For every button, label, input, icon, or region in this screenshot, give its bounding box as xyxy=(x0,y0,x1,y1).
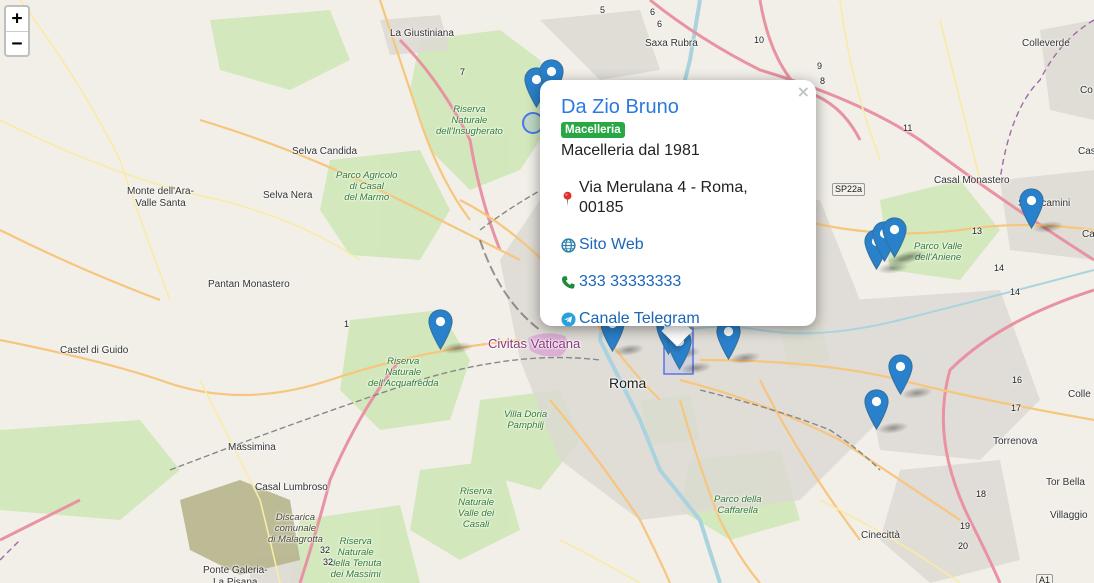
road-number: 20 xyxy=(958,541,969,551)
road-number: 13 xyxy=(972,226,983,236)
road-number: 32 xyxy=(320,545,331,555)
map[interactable]: La Giustiniana Saxa Rubra Colleverde Co … xyxy=(0,0,1094,583)
road-number: 1 xyxy=(344,319,350,329)
telegram-link[interactable]: Canale Telegram xyxy=(579,309,700,329)
zoom-in-button[interactable]: + xyxy=(6,7,28,31)
website-row: Sito Web xyxy=(561,235,796,255)
place-label: Casal Lumbroso xyxy=(255,482,328,493)
road-number: 8 xyxy=(820,76,826,86)
road-number: 7 xyxy=(460,67,466,77)
place-label: Selva Candida xyxy=(292,146,358,157)
website-link[interactable]: Sito Web xyxy=(579,235,644,255)
road-number: 17 xyxy=(1011,403,1022,413)
place-label: Colleverde xyxy=(1022,38,1070,49)
telegram-row: Canale Telegram xyxy=(561,309,796,329)
map-marker-icon[interactable] xyxy=(887,354,913,396)
address-text: Via Merulana 4 - Roma, 00185 xyxy=(579,179,748,216)
address-row: Via Merulana 4 - Roma, 00185 xyxy=(561,178,796,218)
road-number: 5 xyxy=(600,5,606,15)
place-label: Castel di Guido xyxy=(60,345,129,356)
road-number: 32 xyxy=(323,557,334,567)
place-label: Selva Nera xyxy=(263,190,313,201)
phone-icon xyxy=(562,275,575,289)
place-label: Cas xyxy=(1082,229,1094,240)
road-number: 16 xyxy=(1012,375,1023,385)
road-number: 6 xyxy=(650,7,656,17)
road-number: 10 xyxy=(754,35,765,45)
place-label: Pantan Monastero xyxy=(208,279,290,290)
shop-popup: × Da Zio Bruno Macelleria Macelleria dal… xyxy=(540,80,816,329)
place-label: Torrenova xyxy=(993,436,1038,447)
city-label-vatican: Civitas Vaticana xyxy=(488,336,581,351)
telegram-icon xyxy=(561,311,576,327)
road-number: 6 xyxy=(657,19,663,29)
map-pin-icon xyxy=(563,191,572,206)
category-badge: Macelleria xyxy=(561,122,625,138)
zoom-control: + − xyxy=(4,5,30,57)
place-label: La Giustiniana xyxy=(390,28,454,39)
map-marker-icon[interactable] xyxy=(863,389,889,431)
park-label: Riserva Naturale Valle dei Casali xyxy=(458,486,495,530)
park-label: Villa Doria Pamphilj xyxy=(504,409,548,431)
globe-icon xyxy=(561,237,576,253)
road-shield: SP22a xyxy=(832,183,866,196)
popup-title-link[interactable]: Da Zio Bruno xyxy=(561,94,796,120)
place-label: Tor Bella xyxy=(1046,477,1085,488)
road-number: 14 xyxy=(994,263,1005,273)
park-label: Parco della Caffarella xyxy=(714,494,762,516)
road-number: 9 xyxy=(817,61,823,71)
road-number: 11 xyxy=(903,123,913,133)
place-label: Cinecittà xyxy=(861,530,900,541)
place-label: Colle xyxy=(1068,389,1091,400)
place-label: Monte dell'Ara- Valle Santa xyxy=(127,186,194,209)
place-label: Casal Monastero xyxy=(934,175,1010,186)
map-marker-icon[interactable] xyxy=(881,217,907,259)
road-number: 18 xyxy=(976,489,987,499)
popup-description: Macelleria dal 1981 xyxy=(561,142,700,159)
place-label: Villaggio xyxy=(1050,510,1088,521)
place-label: Co xyxy=(1080,85,1093,96)
map-marker-icon[interactable] xyxy=(427,309,453,351)
phone-link[interactable]: 333 33333333 xyxy=(579,272,681,292)
place-label: Massimina xyxy=(228,442,276,453)
park-label: Parco Agricolo di Casal del Marmo xyxy=(336,170,398,203)
road-number: 19 xyxy=(960,521,971,531)
popup-close-button[interactable]: × xyxy=(797,83,810,101)
zoom-out-button[interactable]: − xyxy=(6,31,28,55)
road-shield: A1 xyxy=(1036,574,1054,583)
place-label: Saxa Rubra xyxy=(645,38,698,49)
park-label: Riserva Naturale della Tenuta dei Massim… xyxy=(330,536,382,580)
place-label: Ponte Galeria- La Pisana xyxy=(203,565,268,583)
city-label-roma: Roma xyxy=(609,375,647,391)
phone-row: 333 33333333 xyxy=(561,272,796,292)
park-label: Riserva Naturale dell'Acquafredda xyxy=(368,356,439,389)
map-marker-icon[interactable] xyxy=(1018,188,1044,230)
park-label: Riserva Naturale dell'Insugherato xyxy=(436,104,503,137)
park-label: Discarica comunale di Malagrotta xyxy=(268,512,323,545)
place-label: Cas xyxy=(1078,146,1094,157)
road-number: 14 xyxy=(1010,287,1021,297)
